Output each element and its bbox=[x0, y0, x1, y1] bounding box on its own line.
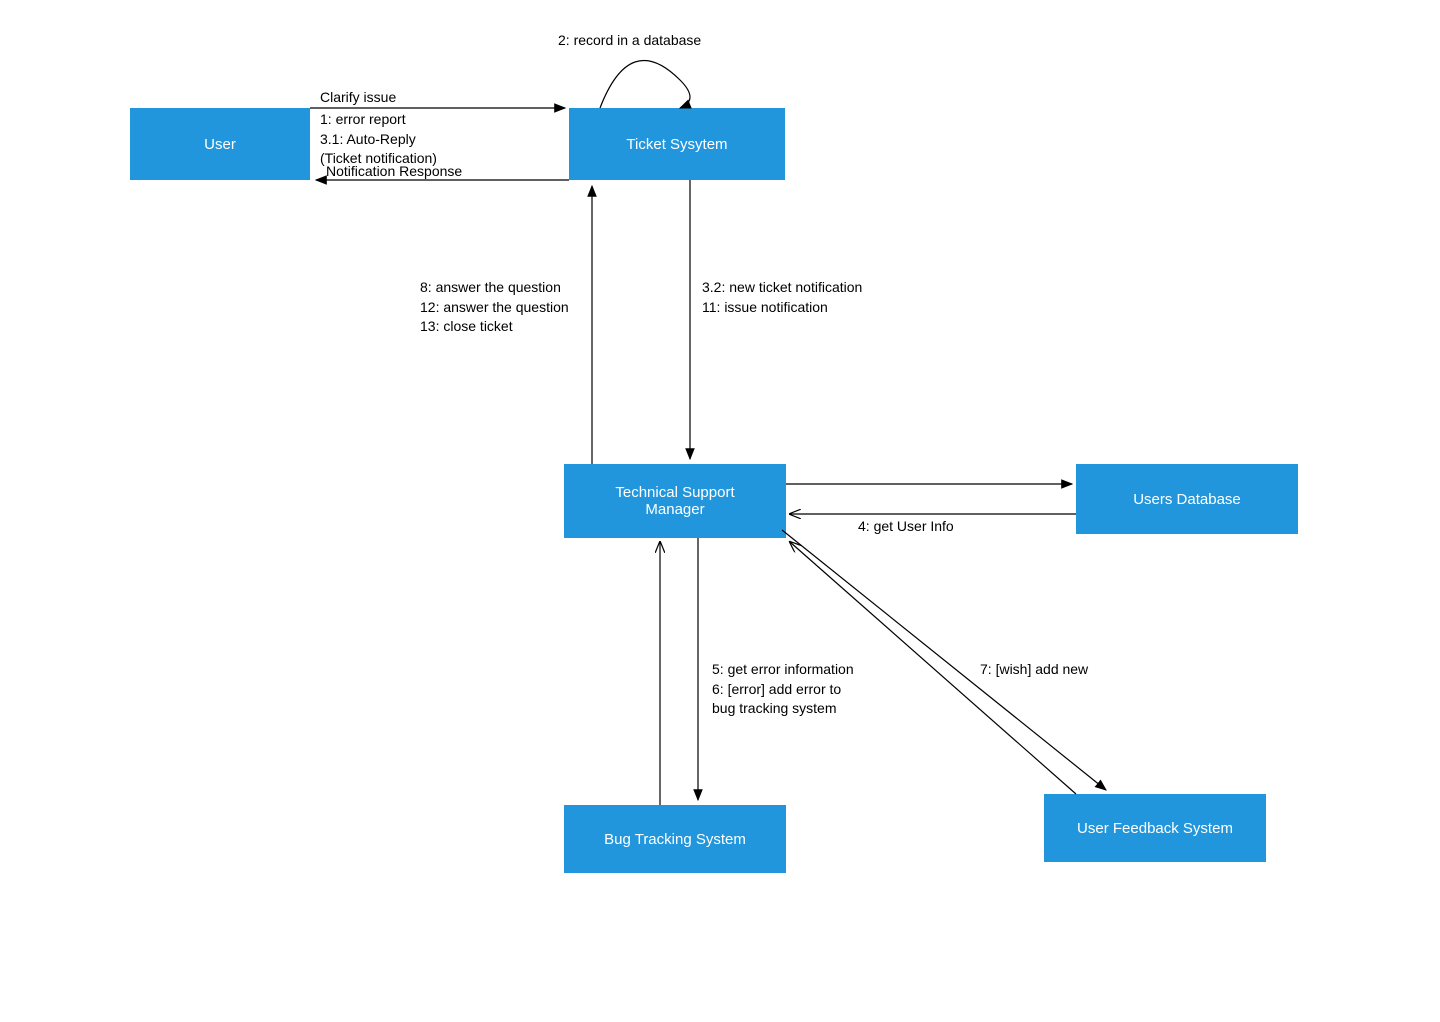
node-user: User bbox=[130, 108, 310, 180]
label-wish-add: 7: [wish] add new bbox=[980, 660, 1088, 680]
node-tech-support-label: Technical Support Manager bbox=[615, 484, 734, 518]
label-record-db: 2: record in a database bbox=[558, 31, 701, 51]
node-user-label: User bbox=[204, 136, 236, 153]
label-ticket-notifications: 3.2: new ticket notification 11: issue n… bbox=[702, 278, 862, 317]
node-tech-support: Technical Support Manager bbox=[564, 464, 786, 538]
node-ticket-system: Ticket Sysytem bbox=[569, 108, 785, 180]
label-answer-close: 8: answer the question 12: answer the qu… bbox=[420, 278, 569, 337]
node-bug-tracking-label: Bug Tracking System bbox=[604, 831, 746, 848]
node-user-feedback: User Feedback System bbox=[1044, 794, 1266, 862]
label-clarify-issue: Clarify issue bbox=[320, 88, 396, 108]
node-user-feedback-label: User Feedback System bbox=[1077, 820, 1233, 837]
node-users-db-label: Users Database bbox=[1133, 491, 1241, 508]
label-error-tracking: 5: get error information 6: [error] add … bbox=[712, 660, 854, 719]
node-users-db: Users Database bbox=[1076, 464, 1298, 534]
label-get-user-info: 4: get User Info bbox=[858, 517, 954, 537]
label-error-report-group: 1: error report 3.1: Auto-Reply (Ticket … bbox=[320, 110, 437, 169]
label-notification-response: Notification Response bbox=[326, 162, 462, 182]
node-ticket-system-label: Ticket Sysytem bbox=[626, 136, 727, 153]
node-bug-tracking: Bug Tracking System bbox=[564, 805, 786, 873]
